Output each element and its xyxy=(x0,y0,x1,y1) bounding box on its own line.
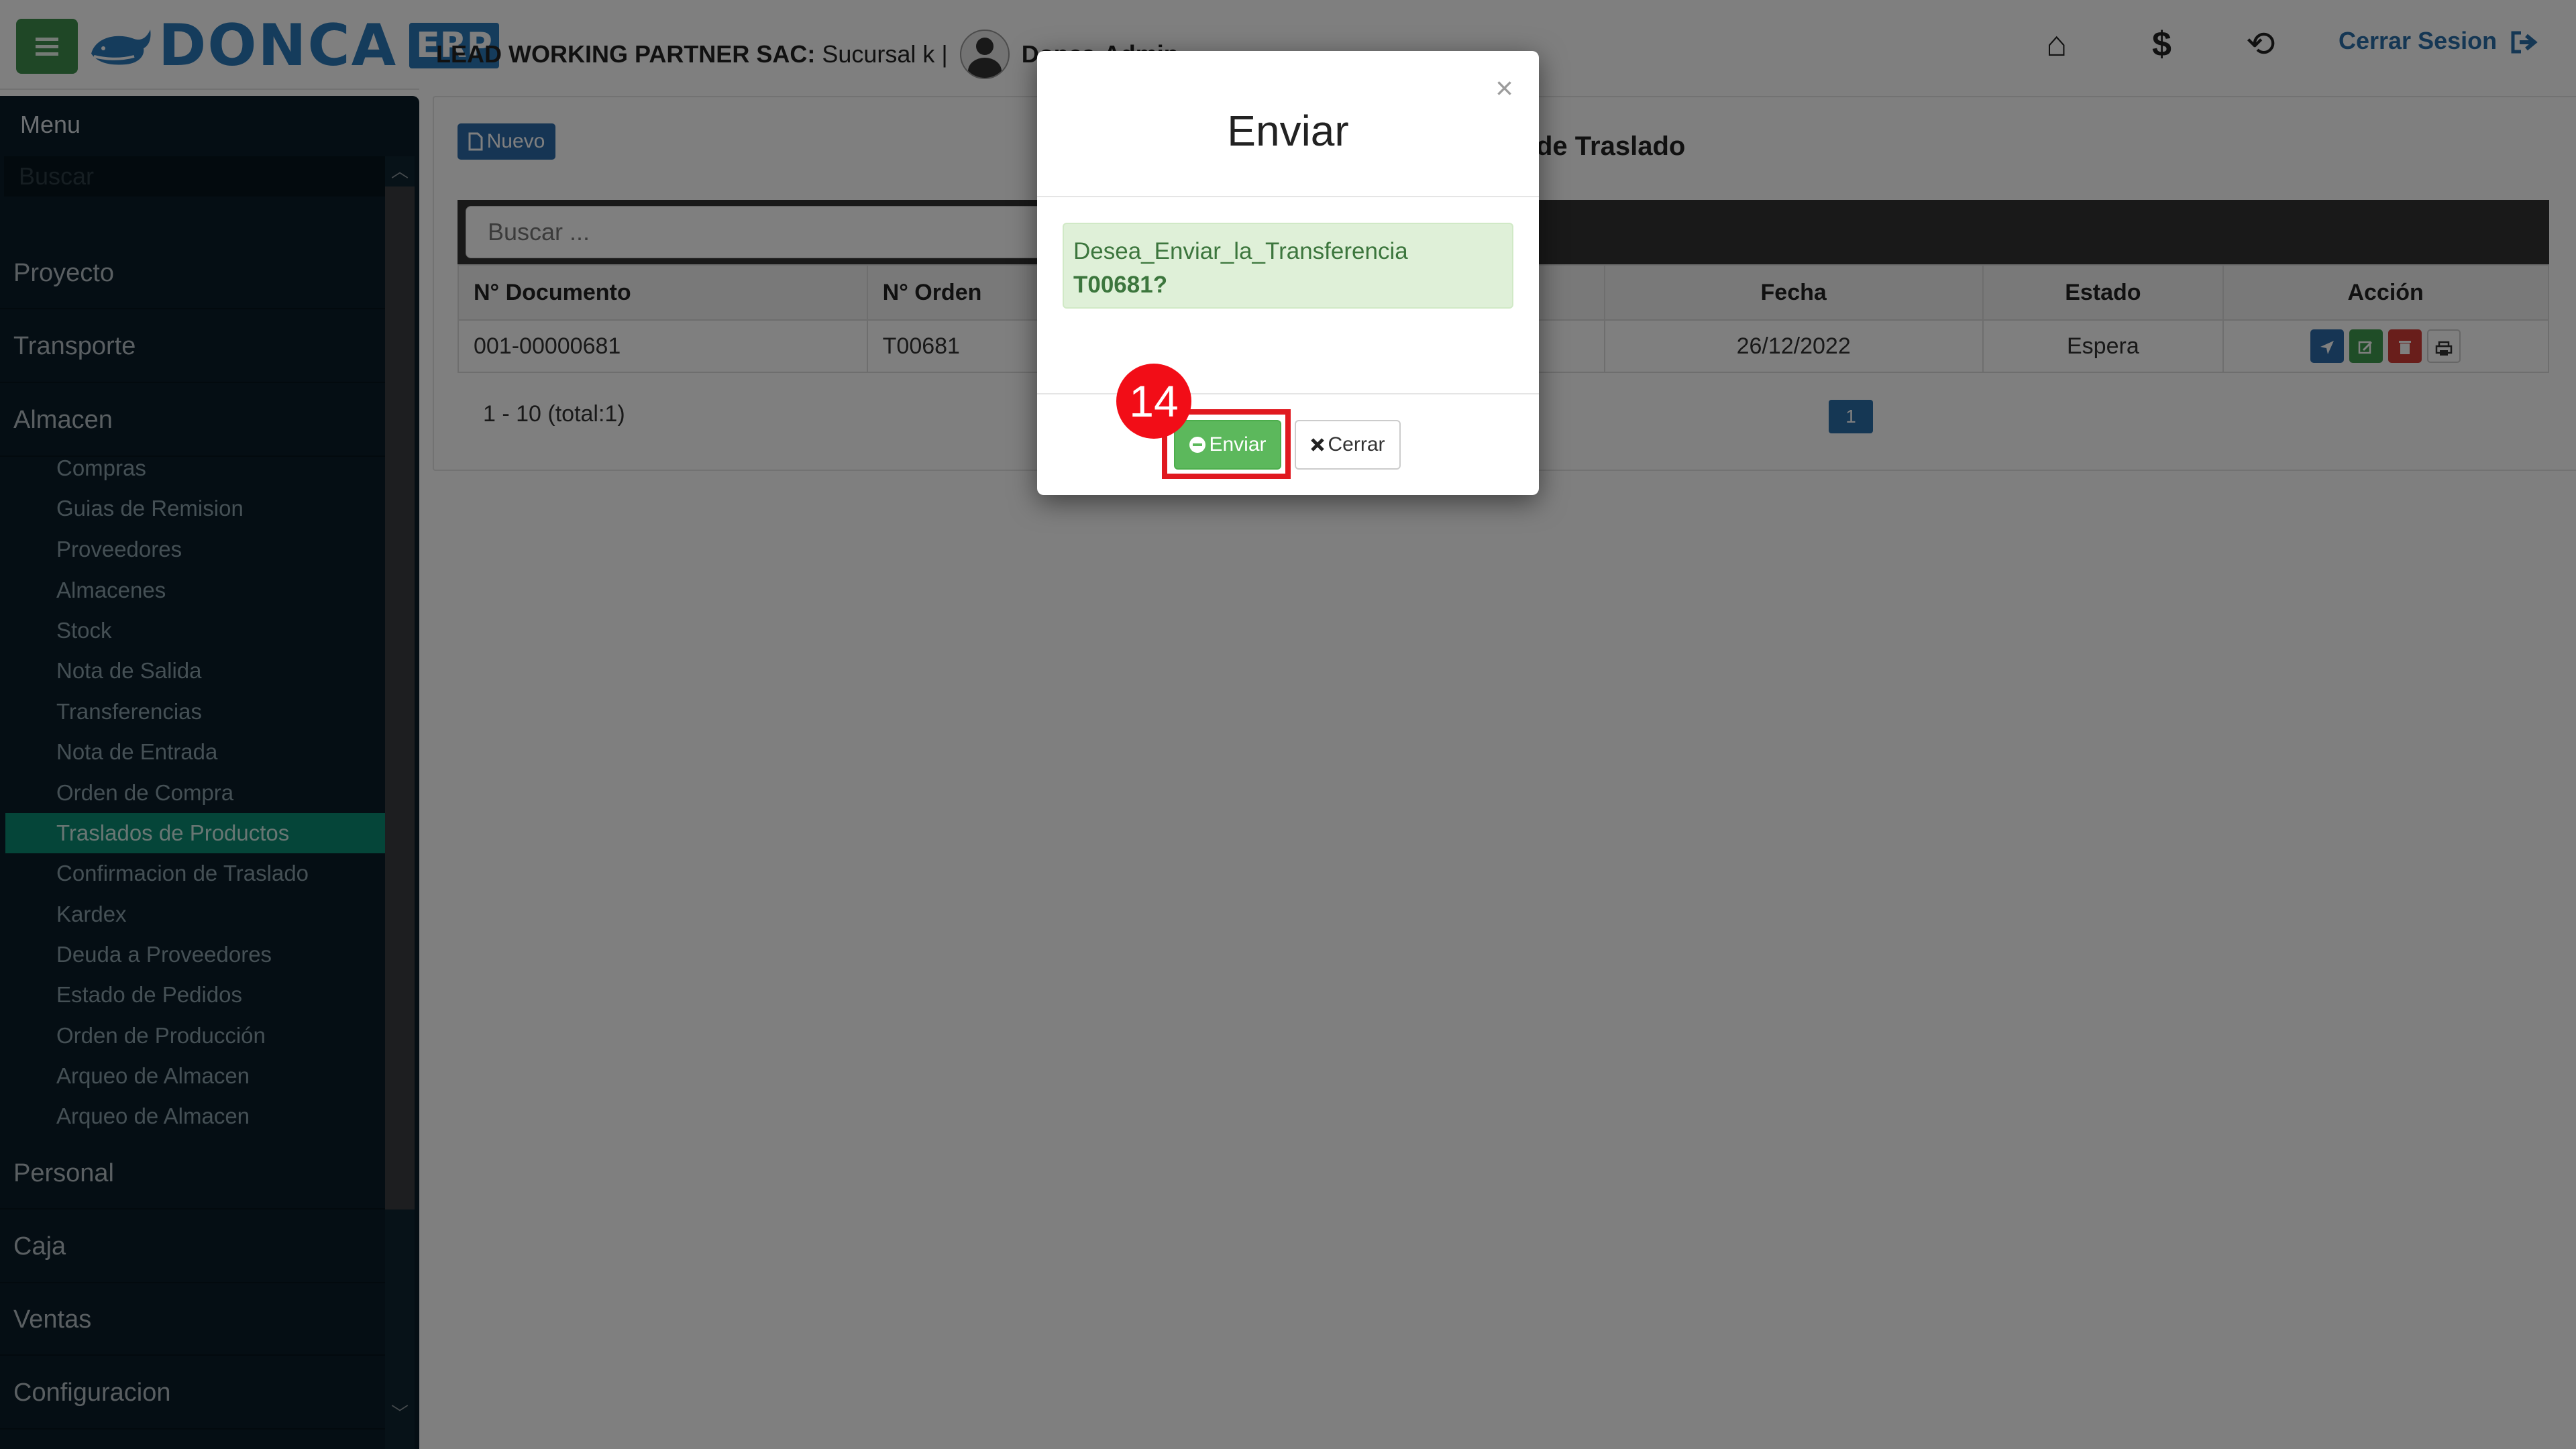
close-button[interactable]: Cerrar xyxy=(1295,420,1401,470)
modal-divider xyxy=(1037,393,1539,394)
confirmation-alert: Desea_Enviar_la_Transferencia T00681? xyxy=(1063,223,1513,309)
modal-title: Enviar xyxy=(1227,107,1349,155)
close-button-label: Cerrar xyxy=(1328,433,1385,455)
close-icon[interactable]: × xyxy=(1495,70,1513,106)
modal-divider xyxy=(1037,196,1539,197)
alert-message: Desea_Enviar_la_Transferencia xyxy=(1073,238,1408,264)
times-icon xyxy=(1311,438,1325,451)
alert-transfer-code: T00681? xyxy=(1073,272,1168,298)
step-badge: 14 xyxy=(1116,364,1191,439)
